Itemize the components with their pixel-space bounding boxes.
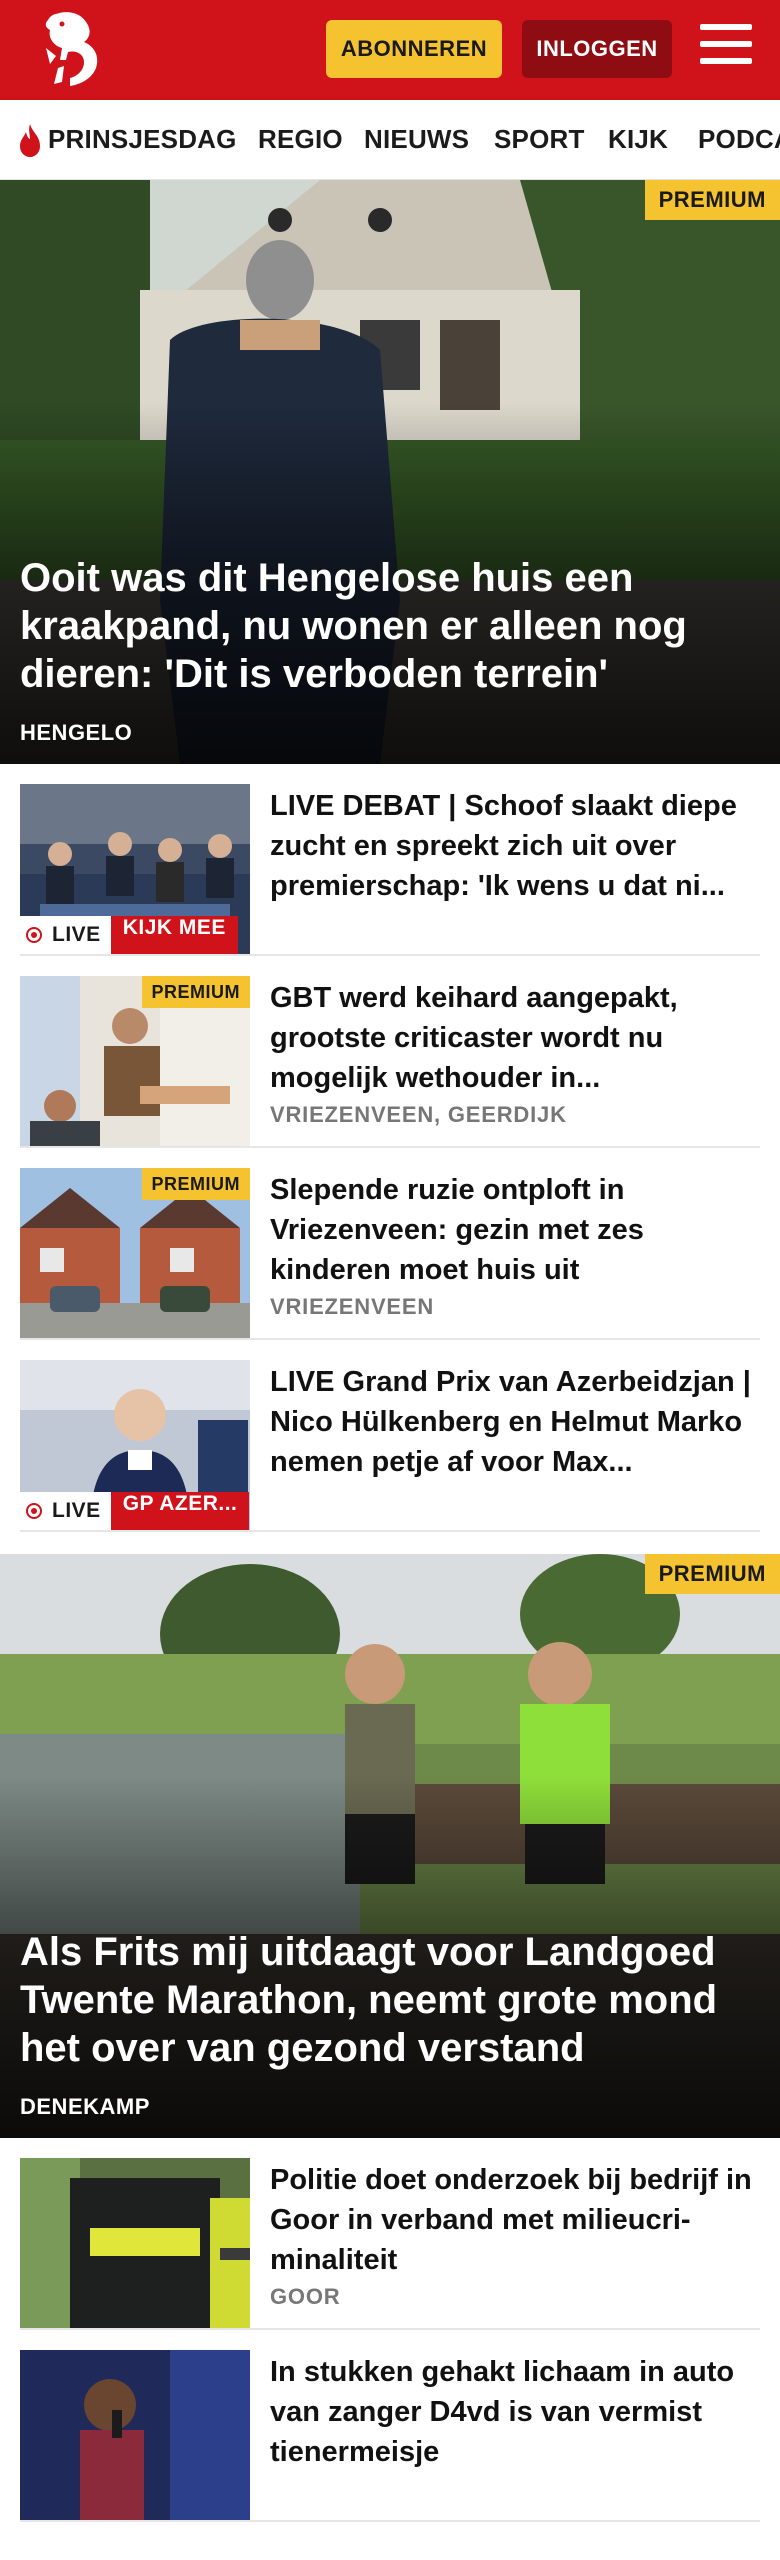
nav-item-kijk[interactable]: KIJK: [608, 124, 668, 155]
hero-location: DENEKAMP: [20, 2094, 150, 2119]
article-location: VRIEZENVEEN: [270, 1294, 435, 1319]
list-item[interactable]: PREMIUM GBT werd keihard aangepakt, groo…: [20, 976, 760, 1148]
hero-article-denekamp[interactable]: PREMIUM Als Frits mij uitdaagt voor Land…: [0, 1554, 780, 2138]
list-item[interactable]: LIVE KIJK MEE LIVE DEBAT | Schoof slaakt…: [20, 784, 760, 956]
police-photo: [20, 2158, 250, 2328]
hero-article-hengelo[interactable]: PREMIUM Ooit was dit Hengelose huis een …: [0, 180, 780, 764]
category-nav: PRINSJESDAG REGIO NIEUWS SPORT KIJK PODC…: [0, 100, 780, 180]
article-location: GOOR: [270, 2284, 341, 2309]
hero-title[interactable]: Als Frits mij uitdaagt voor Landgoed Twe…: [20, 1928, 740, 2072]
live-strip: LIVE GP AZER...: [20, 1492, 250, 1530]
flame-icon: [20, 124, 40, 157]
horse-logo-icon[interactable]: [36, 8, 108, 92]
hero-title[interactable]: Ooit was dit Hengelose huis een kraakpan…: [20, 554, 740, 698]
nav-item-podcast[interactable]: PODCA: [698, 124, 780, 155]
live-dot-icon: [26, 1503, 42, 1519]
article-thumbnail: PREMIUM: [20, 976, 250, 1146]
nav-item-regio[interactable]: REGIO: [258, 124, 343, 155]
nav-item-sport[interactable]: SPORT: [494, 124, 585, 155]
live-label: LIVE: [52, 1499, 101, 1522]
watch-cta[interactable]: KIJK MEE: [110, 916, 238, 954]
article-thumbnail: PREMIUM: [20, 1168, 250, 1338]
premium-badge: PREMIUM: [141, 1168, 250, 1200]
list-item[interactable]: In stukken gehakt lichaam in auto van za…: [20, 2350, 760, 2522]
premium-badge: PREMIUM: [644, 180, 780, 220]
subscribe-button[interactable]: ABONNEREN: [326, 20, 502, 78]
article-thumbnail: LIVE KIJK MEE: [20, 784, 250, 954]
live-dot-icon: [26, 927, 42, 943]
nav-item-prinsjesdag[interactable]: PRINSJESDAG: [48, 124, 237, 155]
premium-badge: PREMIUM: [644, 1554, 780, 1594]
grand-prix-cta[interactable]: GP AZER...: [110, 1492, 250, 1530]
article-location: VRIEZENVEEN, GEERDIJK: [270, 1102, 567, 1127]
singer-photo: [20, 2350, 250, 2520]
hamburger-menu-icon[interactable]: [700, 24, 752, 72]
article-title[interactable]: LIVE DEBAT | Schoof slaakt diepe zucht e…: [270, 786, 760, 906]
article-thumbnail: LIVE GP AZER...: [20, 1360, 250, 1530]
list-item[interactable]: Politie doet onderzoek bij bedrijf in Go…: [20, 2158, 760, 2330]
top-bar: ABONNEREN INLOGGEN: [0, 0, 780, 100]
list-item[interactable]: LIVE GP AZER... LIVE Grand Prix van Azer…: [20, 1360, 760, 1532]
article-thumbnail: [20, 2350, 250, 2520]
live-badge: LIVE: [20, 1492, 111, 1530]
live-badge: LIVE: [20, 916, 111, 954]
live-label: LIVE: [52, 923, 101, 946]
article-thumbnail: [20, 2158, 250, 2328]
live-strip: LIVE KIJK MEE: [20, 916, 238, 954]
premium-badge: PREMIUM: [141, 976, 250, 1008]
article-title[interactable]: Slepende ruzie ontploft in Vriezenveen: …: [270, 1170, 760, 1290]
list-item[interactable]: PREMIUM Slepende ruzie ontploft in Vriez…: [20, 1168, 760, 1340]
article-title[interactable]: In stukken gehakt lichaam in auto van za…: [270, 2352, 760, 2472]
hero-location: HENGELO: [20, 720, 133, 745]
login-button[interactable]: INLOGGEN: [522, 20, 672, 78]
nav-item-nieuws[interactable]: NIEUWS: [364, 124, 469, 155]
article-title[interactable]: Politie doet onderzoek bij bedrijf in Go…: [270, 2160, 760, 2280]
article-title[interactable]: GBT werd keihard aangepakt, grootste cri…: [270, 978, 760, 1098]
article-title[interactable]: LIVE Grand Prix van Azerbeidzjan | Nico …: [270, 1362, 760, 1482]
